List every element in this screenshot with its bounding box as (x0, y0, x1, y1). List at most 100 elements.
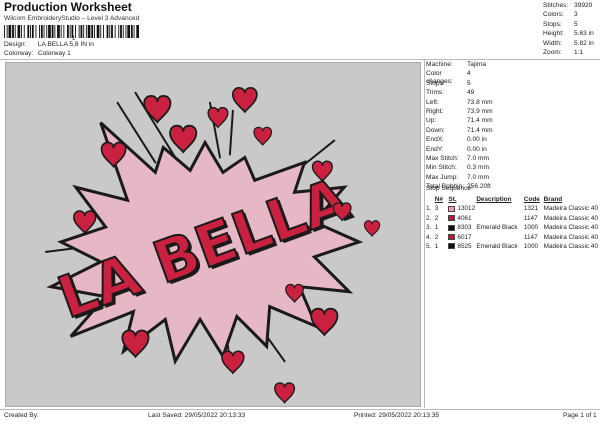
barcode-bar (57, 25, 60, 38)
mi-value: 71.4 mm (467, 126, 493, 134)
mi-value: 7.0 mm (467, 154, 489, 162)
barcode-bar (100, 25, 102, 38)
stat-label: Stops: (543, 20, 562, 28)
thread-description: Emerald Black (476, 242, 518, 250)
stat-colors: Colors: 3 (543, 11, 598, 20)
color-swatch (448, 215, 456, 222)
stat-value: 1:1 (574, 48, 584, 56)
barcode-bar (91, 25, 94, 38)
needle-number: 2 (434, 214, 439, 222)
thread-code: 1147 (523, 233, 538, 241)
mi-label: Down: (426, 126, 445, 134)
barcode-bar (40, 25, 43, 38)
barcode-bar (109, 25, 111, 38)
stitch-count-value: 8525 (457, 242, 472, 250)
stitch-count-value: 8303 (457, 224, 472, 232)
needle-number: 2 (434, 233, 439, 241)
colorway-label: Colorway: (4, 50, 34, 57)
mi-row: Down: 71.4 mm (426, 127, 596, 136)
thread-brand: Madeira Classic 40 (543, 205, 598, 213)
barcode-bar (127, 25, 130, 38)
mi-value: 71.4 mm (467, 117, 493, 125)
stat-value: 5 (574, 20, 578, 28)
table-row: 1. 3 13012 1321 Madeira Classic 40 (426, 204, 598, 213)
barcode-bar (48, 25, 51, 38)
barcode-bar (21, 25, 22, 38)
barcode-bar (12, 25, 14, 38)
barcode-bar (67, 25, 69, 38)
barcode-bar (114, 25, 116, 38)
thread-brand: Madeira Classic 40 (543, 233, 598, 241)
col-stitches: St. (448, 196, 457, 204)
mi-label: Up: (426, 117, 437, 125)
stop-index: 1. (426, 205, 432, 213)
barcode-bar (80, 25, 83, 38)
col-needle: N# (434, 196, 443, 204)
barcode-bar (120, 25, 122, 38)
barcode-bar (31, 25, 34, 38)
created-by: Created By: (4, 412, 39, 419)
col-stop (426, 195, 435, 204)
last-saved: Last Saved: 29/05/2022 20:13:33 (148, 412, 246, 419)
mi-value: Tajima (467, 61, 487, 68)
thread-brand: Madeira Classic 40 (543, 242, 598, 250)
divider (424, 60, 425, 408)
design-preview: LA BELLA LA BELLA (5, 62, 421, 407)
thread-description (476, 204, 524, 213)
barcode-bar (133, 25, 135, 38)
needle-number: 3 (434, 205, 439, 213)
barcode-bar (118, 25, 120, 38)
printed-date: Printed: 29/05/2022 20:13:35 (354, 412, 440, 419)
mi-row: Left: 73.8 mm (426, 99, 596, 108)
barcode-bar (35, 25, 37, 38)
mi-row: Trims: 49 (426, 89, 596, 98)
stat-label: Stitches: (543, 2, 569, 9)
barcode-bar (39, 25, 40, 38)
barcode-bar (111, 25, 113, 38)
needle-number: 1 (434, 224, 439, 232)
mi-label: Right: (426, 107, 444, 115)
thread-brand: Madeira Classic 40 (543, 214, 598, 222)
mi-row: Up: 71.4 mm (426, 117, 596, 126)
stat-zoom: Zoom: 1:1 (543, 49, 598, 58)
barcode-bar (85, 25, 87, 38)
mi-value: 5 (467, 79, 471, 87)
barcode-bar (103, 25, 104, 38)
barcode-bar (27, 25, 30, 38)
thread-code: 1147 (523, 214, 538, 222)
mi-row: Stops: 5 (426, 80, 596, 89)
stat-label: Colors: (543, 11, 564, 19)
design-value: LA BELLA 5,8 IN in (37, 41, 94, 48)
mi-label: EndY: (426, 145, 444, 153)
mi-row: Min Stitch: 0.3 mm (426, 164, 596, 173)
barcode-bar (136, 25, 139, 38)
barcode-bar (6, 25, 8, 38)
mi-row: Max Stitch: 7.0 mm (426, 155, 596, 164)
thread-code: 1321 (523, 205, 539, 213)
barcode-bar (54, 25, 56, 38)
barcode-bar (51, 25, 54, 38)
table-row: 4. 2 6017 1147 Madeira Classic 40 (426, 233, 598, 242)
mi-row: Color changes: 4 (426, 70, 596, 85)
stitch-count-value: 6017 (457, 233, 472, 241)
stats-panel: Stitches: 39920 Colors: 3 Stops: 5 Height: 5… (543, 2, 598, 58)
barcode-bar (96, 25, 100, 38)
color-swatch (448, 205, 456, 212)
barcode-bar (87, 25, 91, 38)
mi-value: 0.3 mm (467, 164, 489, 172)
stat-label: Zoom: (543, 48, 562, 56)
barcode-bar (8, 25, 12, 38)
stitch-count: 6017 (448, 233, 476, 242)
stat-label: Height: (543, 30, 564, 38)
thread-code: 1000 (523, 224, 539, 232)
mi-value: 73.8 mm (467, 98, 493, 106)
mi-value: 7.0 mm (467, 173, 489, 181)
divider (0, 409, 600, 410)
stitch-count: 4061 (448, 214, 476, 223)
barcode-bar (4, 25, 5, 38)
stat-value: 3 (574, 11, 578, 19)
embroidery-design-image: LA BELLA LA BELLA (44, 86, 381, 404)
stat-stops: Stops: 5 (543, 21, 598, 30)
stitch-count: 8303 (448, 223, 476, 232)
stat-value: 5.82 in (574, 39, 594, 47)
